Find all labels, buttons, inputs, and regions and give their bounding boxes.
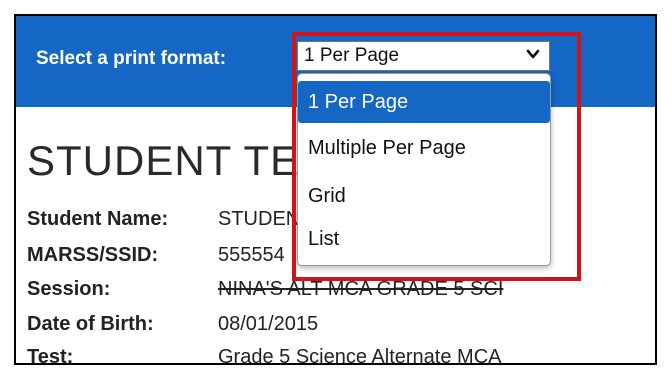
option-grid[interactable]: Grid — [298, 175, 550, 217]
student-name-label: Student Name: — [27, 208, 169, 230]
print-format-selected-value: 1 Per Page — [304, 45, 400, 66]
session-label: Session: — [27, 278, 111, 300]
test-label: Test: — [27, 346, 74, 365]
print-format-select[interactable]: 1 Per Page — [297, 41, 550, 71]
marss-ssid-label: MARSS/SSID: — [27, 244, 159, 266]
option-multiple-per-page[interactable]: Multiple Per Page — [298, 127, 550, 169]
print-format-dropdown: 1 Per Page Multiple Per Page Grid List — [297, 73, 551, 266]
date-of-birth-value: 08/01/2015 — [218, 313, 319, 335]
screenshot-frame: Select a print format: STUDENT TEST TICK… — [14, 14, 657, 365]
chevron-down-icon — [526, 49, 540, 59]
marss-ssid-value: 555554 — [218, 244, 285, 266]
session-value: NINA'S ALT MCA GRADE 5 SCI — [218, 278, 504, 300]
option-1-per-page[interactable]: 1 Per Page — [298, 81, 550, 123]
print-format-label: Select a print format: — [36, 48, 227, 69]
test-value: Grade 5 Science Alternate MCA — [218, 346, 502, 365]
option-list[interactable]: List — [298, 218, 550, 260]
date-of-birth-label: Date of Birth: — [27, 313, 154, 335]
